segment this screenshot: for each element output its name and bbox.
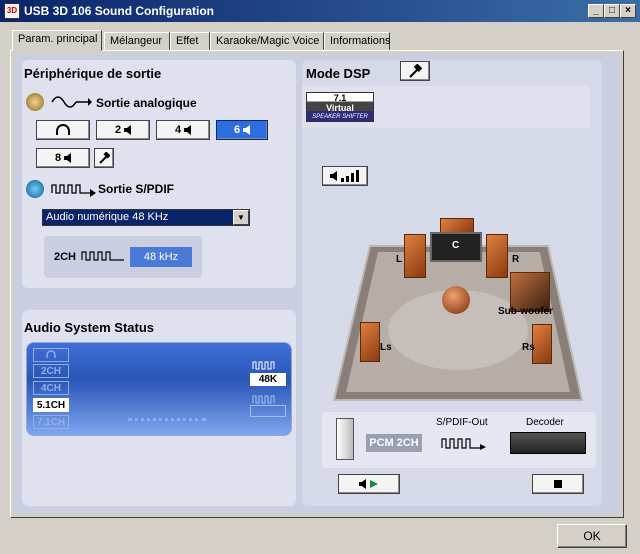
speaker-settings-button[interactable] [94, 148, 114, 168]
headphones-icon [56, 124, 70, 135]
spdif-format-value: Audio numérique 48 KHz [46, 211, 169, 223]
channel-2-button[interactable]: 2 [96, 120, 150, 140]
speaker-icon [124, 125, 132, 135]
play-icon [370, 480, 378, 488]
virtual-line-1: 7.1 [333, 93, 347, 103]
speaker-ls-label: Ls [380, 342, 392, 353]
tab-melangeur[interactable]: Mélangeur [104, 32, 170, 50]
virtual-line-2: Virtual [326, 103, 354, 113]
front-right-speaker[interactable] [486, 234, 508, 278]
spdif-rate-display: 48 kHz [130, 247, 192, 267]
status-headphones [33, 348, 69, 362]
volume-bars-icon [341, 170, 359, 182]
status-rate: 48K [250, 373, 286, 386]
dsp-heading: Mode DSP [306, 66, 371, 81]
headphones-icon [46, 350, 56, 358]
dropdown-arrow-icon[interactable]: ▼ [233, 210, 249, 225]
volume-test-button[interactable] [322, 166, 368, 186]
decoder-icon [510, 432, 586, 454]
output-heading: Périphérique de sortie [24, 66, 162, 81]
status-heading: Audio System Status [24, 320, 155, 335]
channel-2-label: 2 [114, 124, 122, 136]
speaker-icon [359, 479, 366, 489]
speaker-c-label: C [452, 240, 460, 251]
status-level-indicator [128, 418, 206, 421]
status-7-1ch: 7.1CH [33, 415, 69, 429]
hammer-icon [409, 64, 422, 78]
spdif-signal-icon [81, 251, 124, 261]
decoder-label: Decoder [526, 417, 564, 428]
spdif-wave-icon [51, 184, 96, 197]
window-title: USB 3D 106 Sound Configuration [24, 4, 215, 18]
stop-icon [554, 480, 562, 488]
status-4ch: 4CH [33, 381, 69, 395]
tab-effet[interactable]: Effet [170, 32, 210, 50]
status-signal-icon [252, 361, 275, 370]
speaker-r-label: R [512, 254, 520, 265]
spdif-output-label: Sortie S/PDIF [98, 182, 175, 196]
status-input-rate [250, 405, 286, 417]
channel-8-button[interactable]: 8 [36, 148, 90, 168]
play-test-button[interactable] [338, 474, 400, 494]
maximize-button[interactable]: □ [604, 4, 620, 18]
tab-karaoke[interactable]: Karaoke/Magic Voice [210, 32, 324, 50]
status-2ch: 2CH [33, 364, 69, 378]
headphones-button[interactable] [36, 120, 90, 140]
listener-sphere [442, 286, 470, 314]
speaker-icon [330, 171, 337, 181]
close-button[interactable]: × [620, 4, 636, 18]
rear-right-speaker[interactable] [532, 324, 552, 364]
analog-wave-icon [51, 96, 92, 108]
virtual-speaker-shifter-button[interactable]: 7.1 Virtual SPEAKER SHIFTER [306, 92, 374, 122]
app-icon: 3D [4, 3, 20, 19]
analog-output-label: Sortie analogique [96, 96, 197, 110]
channel-4-label: 4 [174, 124, 182, 136]
title-bar: 3D USB 3D 106 Sound Configuration _ □ × [0, 0, 640, 22]
speaker-icon [26, 93, 44, 111]
spdif-channels: 2CH [54, 251, 77, 263]
dsp-settings-button[interactable] [400, 61, 430, 81]
speaker-icon [184, 125, 192, 135]
speaker-icon [243, 125, 251, 135]
tab-param-principal[interactable]: Param. principal [12, 30, 102, 51]
speaker-rs-label: Rs [522, 342, 535, 353]
channel-6-label: 6 [233, 124, 241, 136]
spdif-out-signal-icon [441, 438, 486, 450]
speaker-icon [64, 153, 72, 163]
stop-button[interactable] [532, 474, 584, 494]
tv-icon: C [430, 232, 482, 262]
hammer-icon [99, 152, 110, 164]
tab-informations[interactable]: Informations [324, 32, 391, 50]
status-5-1ch: 5.1CH [33, 398, 69, 412]
spdif-out-label: S/PDIF-Out [436, 417, 488, 428]
channel-6-button[interactable]: 6 [216, 120, 268, 140]
minimize-button[interactable]: _ [588, 4, 604, 18]
channel-4-button[interactable]: 4 [156, 120, 210, 140]
front-left-speaker[interactable] [404, 234, 426, 278]
speaker-l-label: L [396, 254, 403, 265]
spdif-format-select[interactable]: Audio numérique 48 KHz ▼ [42, 209, 250, 226]
channel-8-label: 8 [54, 152, 62, 164]
speaker-sub-label: Sub-woofer [498, 306, 553, 317]
spdif-icon [26, 180, 44, 198]
virtual-line-3: SPEAKER SHIFTER [312, 114, 368, 120]
ok-button[interactable]: OK [557, 524, 627, 548]
rear-left-speaker[interactable] [360, 322, 380, 362]
pc-tower-icon [336, 418, 354, 460]
pcm-format-display: PCM 2CH [366, 434, 422, 452]
status-input-icon [252, 395, 275, 404]
